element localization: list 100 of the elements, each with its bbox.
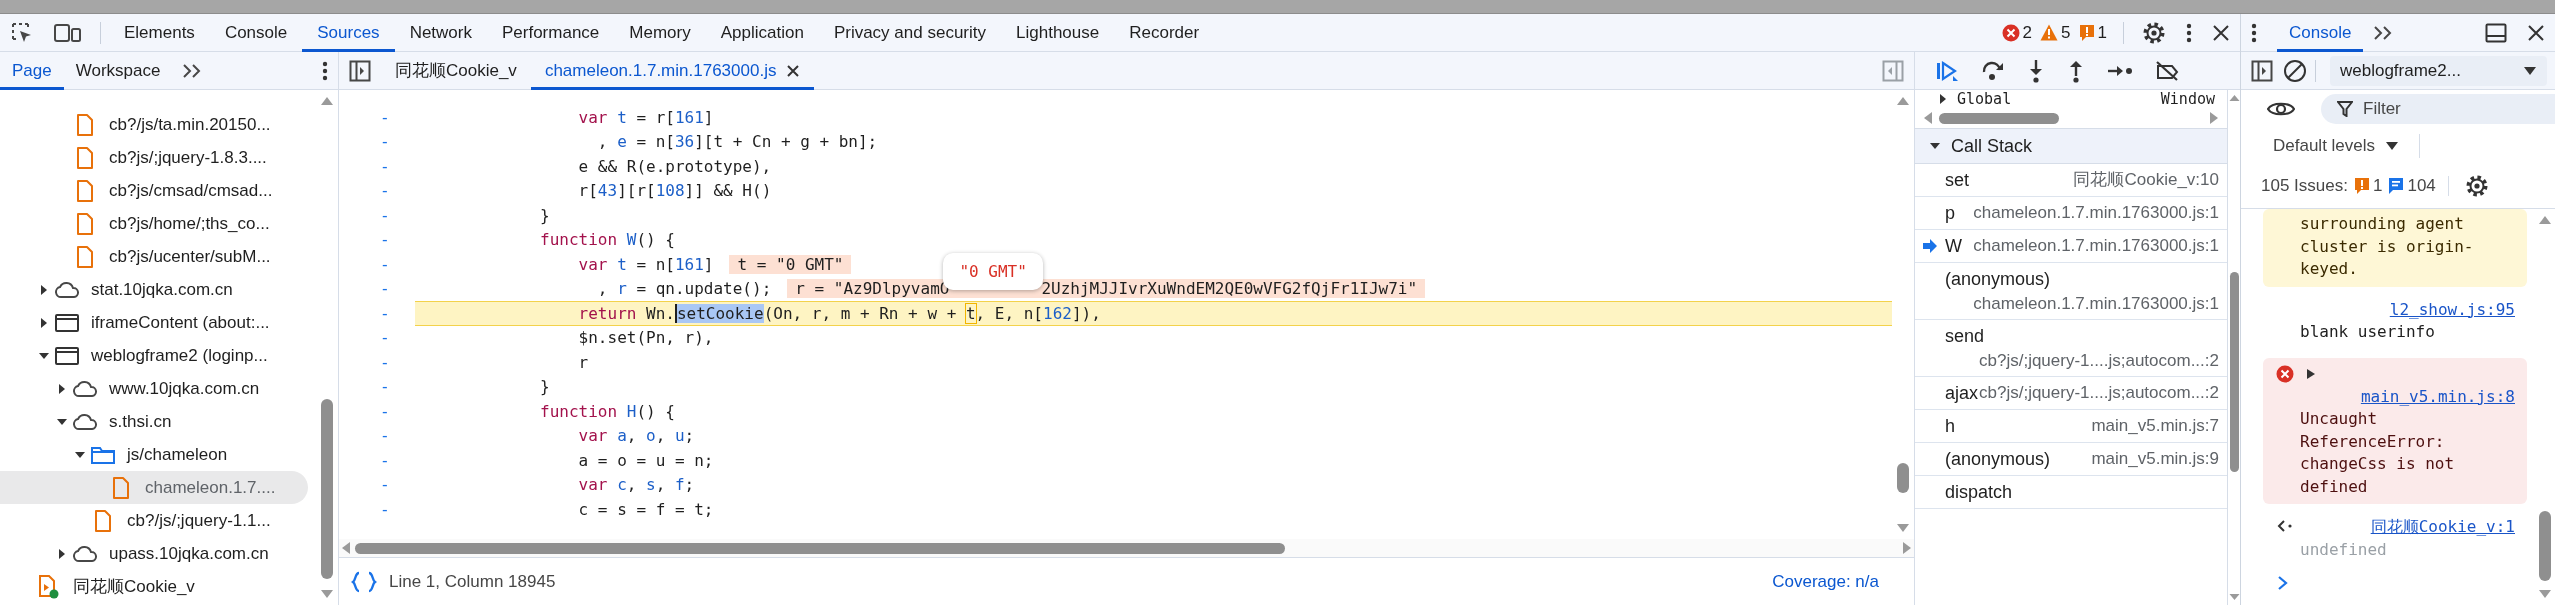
cloud-icon (72, 413, 98, 430)
scrollbar-thumb[interactable] (1939, 112, 2059, 124)
panel-tab[interactable]: Application (705, 13, 819, 52)
line-marker: - (379, 181, 391, 201)
panel-tab[interactable]: Performance (487, 13, 615, 52)
sidebar-toggle-icon[interactable] (1882, 59, 1904, 82)
tree-item[interactable]: iframeContent (about:... (0, 306, 308, 339)
sidebar-toggle-icon[interactable] (2251, 59, 2273, 82)
issue-count-button[interactable]: 1 (2078, 22, 2107, 43)
expand-arrow-icon[interactable] (2306, 367, 2316, 380)
line-marker: - (379, 377, 391, 397)
coverage-link[interactable]: Coverage: n/a (1772, 571, 1879, 592)
message-count-button[interactable]: 104 (2388, 176, 2449, 196)
dock-icon[interactable] (2485, 22, 2507, 43)
tree-item[interactable]: weblogframe2 (loginp... (0, 339, 308, 372)
tree-item[interactable]: cb?js/cmsad/cmsad... (0, 174, 308, 207)
source-link[interactable]: 同花顺Cookie_v:1 (2370, 516, 2515, 539)
call-frame[interactable]: set 同花顺Cookie_v:10 (1915, 164, 2227, 197)
line-marker: - (379, 156, 391, 176)
chevrons-icon[interactable] (182, 62, 203, 79)
call-frame[interactable]: W chameleon.1.7.min.1763000.js:1 (1915, 230, 2227, 263)
call-frame[interactable]: (anonymous) chameleon.1.7.min.1763000.js:1 (1915, 263, 2227, 320)
caret-icon (2385, 140, 2400, 151)
line-marker: - (379, 205, 391, 225)
more-options-icon[interactable] (2186, 22, 2192, 43)
scrollbar-thumb[interactable] (2229, 272, 2239, 472)
deactivate-breakpoints-icon[interactable] (2155, 59, 2181, 82)
frame-name: p (1945, 202, 1955, 225)
frame-name: send (1945, 325, 1985, 348)
navigator-tab[interactable]: Page (0, 51, 64, 90)
error-count-button[interactable]: 2 (2001, 22, 2033, 43)
format-icon[interactable] (351, 570, 377, 593)
tree-item[interactable]: upass.10jqka.com.cn (0, 537, 308, 570)
more-options-icon[interactable] (2251, 22, 2257, 43)
call-frame[interactable]: h main_v5.min.js:7 (1915, 410, 2227, 443)
more-options-icon[interactable] (322, 60, 328, 81)
device-icon[interactable] (54, 21, 82, 44)
tree-item[interactable]: s.thsi.cn (0, 405, 308, 438)
panel-tab[interactable]: Elements (109, 13, 210, 52)
navigator-tab[interactable]: Workspace (63, 51, 173, 90)
chevrons-icon[interactable] (2373, 24, 2394, 41)
tree-item[interactable]: cb?/js/;jquery-1.1... (0, 504, 308, 537)
scroll-down-icon (2538, 589, 2552, 599)
resume-icon[interactable] (1935, 59, 1959, 82)
panel-tab[interactable]: Network (394, 13, 487, 52)
panel-tab[interactable]: Privacy and security (818, 13, 1001, 52)
tree-item[interactable]: cb?js/;jquery-1.8.3.... (0, 141, 308, 174)
call-frame[interactable]: dispatch (1915, 476, 2227, 509)
code-line: function W() { (539, 230, 675, 250)
tree-item[interactable]: cb?js/home/;ths_co... (0, 207, 308, 240)
frame-name: ajax (1945, 382, 1979, 405)
tree-item[interactable]: 同花顺Cookie_v (0, 570, 308, 603)
scrollbar-thumb[interactable] (355, 542, 1285, 554)
scroll-up-icon (2228, 94, 2240, 102)
issue-count-button[interactable]: 1 (2353, 176, 2383, 196)
clear-console-icon[interactable] (2283, 58, 2307, 83)
levels-dropdown[interactable]: Default levels (2251, 133, 2421, 158)
call-frame[interactable]: send cb?js/;jquery-1....js;autocom...:2 (1915, 320, 2227, 377)
panel-tab[interactable]: Recorder (1114, 13, 1215, 52)
code-line: var c, s, f; (577, 475, 695, 495)
settings-icon[interactable] (2142, 20, 2166, 45)
editor-tab[interactable]: 同花顺Cookie_v (381, 51, 531, 90)
close-icon[interactable] (2527, 23, 2545, 42)
tree-item[interactable]: stat.10jqka.com.cn (0, 273, 308, 306)
section-header[interactable]: Call Stack (1915, 128, 2227, 164)
call-frame[interactable]: ajaxcb?js/;jquery-1....js;autocom...:2 (1915, 377, 2227, 410)
settings-icon[interactable] (2464, 174, 2489, 198)
tree-item[interactable]: chameleon.1.7.... (0, 471, 308, 504)
close-icon[interactable] (2212, 23, 2230, 42)
scrollbar-thumb[interactable] (321, 399, 333, 579)
line-marker: - (379, 279, 391, 299)
cloud-icon (54, 281, 80, 298)
panel-tab[interactable]: Memory (614, 13, 706, 52)
panel-tab[interactable]: Console (209, 13, 303, 52)
call-frame[interactable]: (anonymous) main_v5.min.js:9 (1915, 443, 2227, 476)
line-marker: - (379, 352, 391, 372)
context-dropdown[interactable]: weblogframe2... (2330, 55, 2547, 86)
warning-count-button[interactable]: 5 (2040, 22, 2071, 43)
scrollbar-thumb[interactable] (2539, 511, 2551, 581)
tree-item[interactable]: cb?js/ucenter/subM... (0, 240, 308, 273)
line-marker: - (379, 328, 391, 348)
scrollbar-thumb[interactable] (1897, 463, 1909, 493)
sidebar-toggle-icon[interactable] (349, 59, 371, 82)
tree-item[interactable]: cb?/js/ta.min.20150... (0, 108, 308, 141)
tree-item[interactable]: www.10jqka.com.cn (0, 372, 308, 405)
filter-field[interactable]: Filter (2321, 93, 2555, 124)
tree-item[interactable]: js/chameleon (0, 438, 308, 471)
panel-tab[interactable]: Lighthouse (1001, 13, 1115, 52)
cursor-position: Line 1, Column 18945 (389, 571, 556, 592)
source-link[interactable]: main_v5.min.js:8 (2360, 385, 2515, 408)
step-over-icon[interactable] (1981, 59, 2005, 82)
cloud-icon (72, 380, 98, 397)
frame-name: dispatch (1945, 481, 2013, 504)
call-frame[interactable]: p chameleon.1.7.min.1763000.js:1 (1915, 197, 2227, 230)
scope-row[interactable]: Global Window (1915, 90, 2227, 108)
source-link[interactable]: l2_show.js:95 (2389, 298, 2515, 321)
editor-tab[interactable]: chameleon.1.7.min.1763000.js (530, 51, 815, 90)
close-icon[interactable] (786, 63, 801, 78)
code-line: function H() { (539, 401, 675, 421)
prompt-icon[interactable] (2277, 575, 2289, 591)
